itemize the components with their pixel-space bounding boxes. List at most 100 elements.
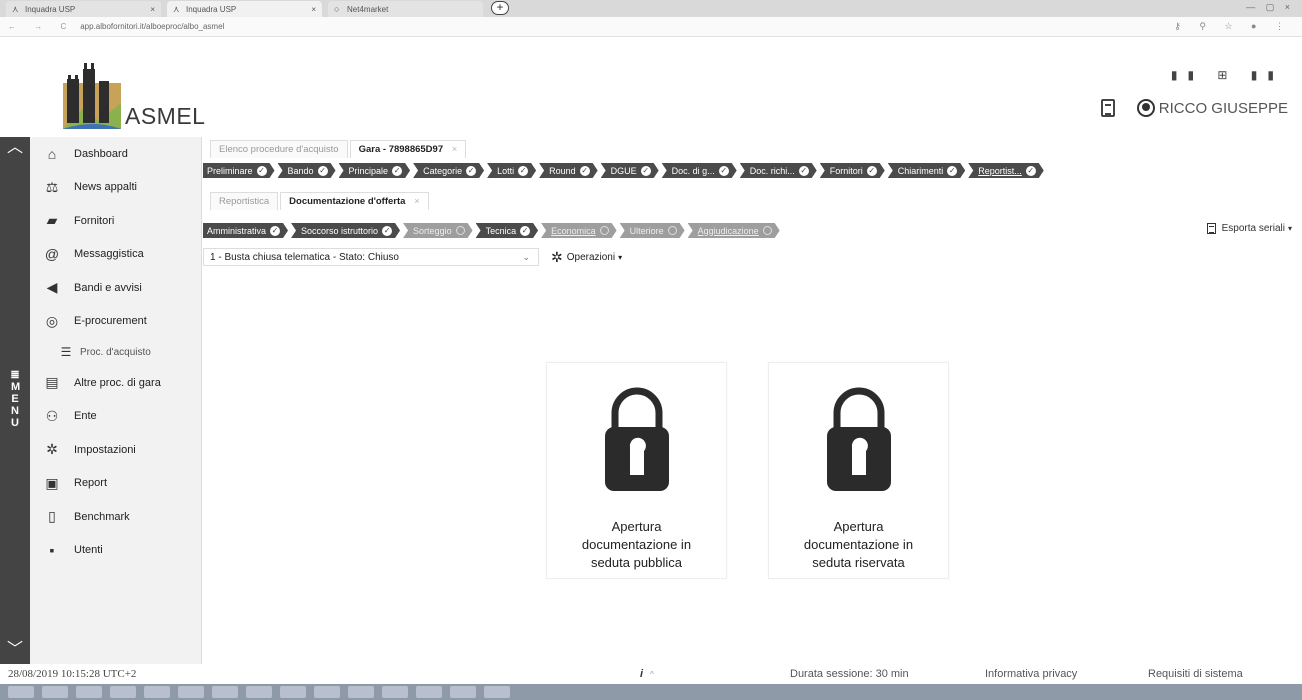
step-soccorso-istruttorio[interactable]: Soccorso istruttorio ✓ — [291, 223, 400, 238]
tab-documentazione-offerta[interactable]: Documentazione d'offerta × — [280, 192, 429, 210]
user-name[interactable]: RICCO GIUSEPPE — [1159, 100, 1288, 117]
sidebar-item-utenti[interactable]: ▪ Utenti — [30, 534, 201, 568]
taskbar-button[interactable] — [8, 686, 34, 698]
sidebar-item-impostazioni[interactable]: ✲ Impostazioni — [30, 433, 201, 467]
taskbar-button[interactable] — [450, 686, 476, 698]
taskbar-button[interactable] — [416, 686, 442, 698]
step-tecnica[interactable]: Tecnica ✓ — [476, 223, 539, 238]
step-amministrativa[interactable]: Amministrativa ✓ — [203, 223, 288, 238]
browser-tab[interactable]: ○ Net4market — [328, 1, 483, 17]
open-private-session-card[interactable]: Apertura documentazione in seduta riserv… — [768, 362, 949, 579]
taskbar-button[interactable] — [110, 686, 136, 698]
sidebar-item-messaggistica[interactable]: @ Messaggistica — [30, 238, 201, 272]
sidebar-item-report[interactable]: ▣ Report — [30, 467, 201, 501]
step-label: Sorteggio — [413, 225, 452, 236]
close-icon[interactable]: × — [414, 196, 420, 207]
taskbar-button[interactable] — [212, 686, 238, 698]
taskbar-button[interactable] — [76, 686, 102, 698]
taskbar-button[interactable] — [314, 686, 340, 698]
close-icon[interactable]: × — [150, 5, 155, 14]
taskbar-button[interactable] — [144, 686, 170, 698]
close-icon[interactable]: × — [452, 144, 458, 155]
sidebar-item-benchmark[interactable]: ▯ Benchmark — [30, 500, 201, 534]
site-favicon-icon: ○ — [334, 4, 340, 14]
check-icon: ✓ — [581, 165, 588, 175]
sidebar-toggle-strip[interactable]: ︿ ≣ MENU ﹀ — [0, 137, 30, 664]
step-doc-richiesta[interactable]: Doc. richi... ✓ — [740, 163, 817, 178]
sidebar-subitem-proc-acquisto[interactable]: ☰ Proc. d'acquisto — [30, 338, 201, 366]
step-reportistica[interactable]: Reportist... ✓ — [968, 163, 1044, 178]
chevron-down-icon[interactable]: ﹀ — [6, 642, 24, 658]
browser-toolbar-icons[interactable]: ⚷ ⚲ ☆ ● ⋮ — [1174, 21, 1292, 32]
new-tab-button[interactable]: + — [491, 1, 509, 15]
layout-toggle-icons[interactable]: ▮▮ ⊞ ▮▮ — [1171, 68, 1284, 82]
window-controls[interactable]: — ▢ × — [1246, 2, 1294, 13]
busta-select[interactable]: 1 - Busta chiusa telematica - Stato: Chi… — [203, 248, 539, 266]
check-icon: ✓ — [800, 165, 808, 175]
step-economica[interactable]: Economica — [541, 223, 617, 238]
step-label: Doc. di g... — [671, 165, 715, 176]
step-dgue[interactable]: DGUE ✓ — [601, 163, 659, 178]
tab-reportistica[interactable]: Reportistica — [210, 192, 279, 210]
taskbar-button[interactable] — [42, 686, 68, 698]
step-chiarimenti[interactable]: Chiarimenti ✓ — [888, 163, 966, 178]
chevron-down-icon[interactable]: ⌄ — [522, 252, 530, 263]
open-public-session-card[interactable]: Apertura documentazione in seduta pubbli… — [546, 362, 727, 579]
taskbar-button[interactable] — [382, 686, 408, 698]
step-aggiudicazione[interactable]: Aggiudicazione — [688, 223, 780, 238]
step-round[interactable]: Round ✓ — [539, 163, 598, 178]
taskbar-button[interactable] — [280, 686, 306, 698]
requirements-link[interactable]: Requisiti di sistema — [1148, 668, 1243, 680]
operations-dropdown[interactable]: ✲ Operazioni ▾ — [551, 249, 622, 266]
sidebar-item-dashboard[interactable]: ⌂ Dashboard — [30, 137, 201, 171]
tab-label: Gara - 7898865D97 — [358, 144, 444, 155]
padlock-icon — [826, 387, 891, 491]
chevron-up-icon[interactable]: ︿ — [6, 140, 24, 156]
notes-icon[interactable] — [1100, 99, 1115, 117]
step-bando[interactable]: Bando ✓ — [278, 163, 336, 178]
caret-up-icon[interactable]: ^ — [650, 670, 654, 679]
step-doc-gara[interactable]: Doc. di g... ✓ — [662, 163, 737, 178]
operations-label: Operazioni — [566, 251, 616, 263]
sidebar-item-ente[interactable]: ⚇ Ente — [30, 400, 201, 434]
step-lotti[interactable]: Lotti ✓ — [487, 163, 536, 178]
tab-elenco-procedure[interactable]: Elenco procedure d'acquisto — [210, 140, 348, 158]
step-categorie[interactable]: Categorie ✓ — [413, 163, 484, 178]
step-ulteriore[interactable]: Ulteriore — [620, 223, 685, 238]
user-area[interactable]: RICCO GIUSEPPE — [1100, 99, 1288, 117]
export-serials-button[interactable]: Esporta seriali ▾ — [1206, 223, 1292, 234]
caret-down-icon: ▾ — [1287, 224, 1292, 233]
url-field[interactable]: app.albofornitori.it/alboeproc/albo_asme… — [80, 22, 224, 31]
sidebar-item-label: Impostazioni — [74, 443, 136, 456]
step-label: Tecnica — [485, 225, 517, 236]
user-avatar-icon[interactable] — [1136, 99, 1155, 117]
tab-gara[interactable]: Gara - 7898865D97 × — [349, 140, 467, 158]
taskbar-button[interactable] — [246, 686, 272, 698]
sidebar-item-news-appalti[interactable]: ⚖ News appalti — [30, 171, 201, 205]
step-principale[interactable]: Principale ✓ — [339, 163, 411, 178]
taskbar-button[interactable] — [178, 686, 204, 698]
taskbar-button[interactable] — [484, 686, 510, 698]
privacy-link[interactable]: Informativa privacy — [985, 668, 1077, 680]
blocked-icon — [600, 226, 609, 235]
pending-icon — [763, 226, 772, 235]
card-label-line: documentazione in — [581, 537, 692, 552]
info-icon[interactable]: i — [640, 668, 643, 680]
sidebar-item-fornitori[interactable]: ▰ Fornitori — [30, 204, 201, 238]
browser-tab[interactable]: ⋏ Inquadra USP × — [6, 1, 161, 17]
browser-tab-active[interactable]: ⋏ Inquadra USP × — [167, 1, 322, 17]
check-icon: ✓ — [319, 165, 326, 175]
offer-steps: Amministrativa ✓ Soccorso istruttorio ✓ So… — [203, 222, 783, 239]
sidebar-item-bandi-e-avvisi[interactable]: ◀ Bandi e avvisi — [30, 271, 201, 305]
step-label: Doc. richi... — [749, 165, 795, 176]
sidebar-item-e-procurement[interactable]: ◎ E-procurement — [30, 305, 201, 339]
sub-tabs: Reportistica Documentazione d'offerta × — [210, 192, 431, 210]
sidebar-item-altre-proc[interactable]: ▤ Altre proc. di gara — [30, 366, 201, 400]
step-sorteggio[interactable]: Sorteggio — [403, 223, 473, 238]
step-preliminare[interactable]: Preliminare ✓ — [203, 163, 275, 178]
browser-nav-icons[interactable]: ← → C — [8, 22, 74, 31]
step-fornitori[interactable]: Fornitori ✓ — [820, 163, 885, 178]
menu-label[interactable]: ≣ MENU — [8, 369, 22, 429]
taskbar-button[interactable] — [348, 686, 374, 698]
close-icon[interactable]: × — [311, 5, 316, 14]
